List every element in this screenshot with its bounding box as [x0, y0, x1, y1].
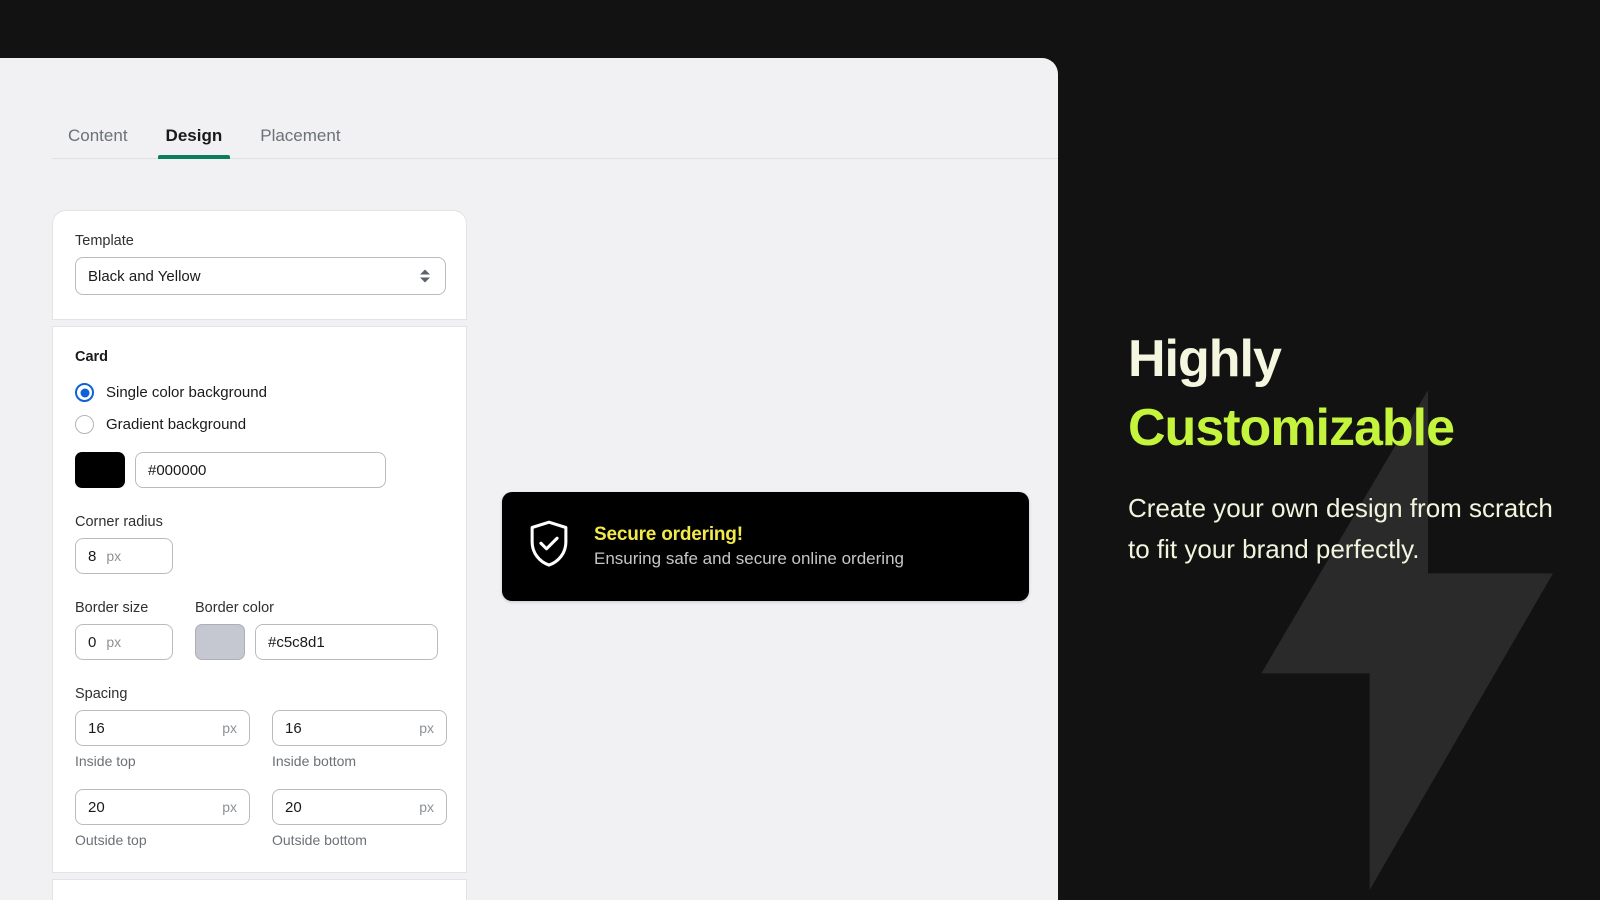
border-size-input[interactable]: 0 px — [75, 624, 173, 660]
inside-bottom-value: 16 — [285, 719, 302, 737]
inside-top-value: 16 — [88, 719, 105, 737]
outside-bottom-value: 20 — [285, 798, 302, 816]
tab-placement[interactable]: Placement — [244, 127, 356, 158]
promo-heading-line1: Highly — [1128, 330, 1282, 388]
inside-top-input[interactable]: 16 px — [75, 710, 250, 746]
border-row-labels: Border size Border color — [75, 600, 444, 616]
tab-design[interactable]: Design — [150, 127, 239, 159]
app-panel: Content Design Placement Template Black … — [0, 58, 1058, 900]
inside-bottom-unit: px — [419, 720, 434, 736]
radio-single-color-background[interactable]: Single color background — [75, 383, 444, 402]
card-settings-card: Card Single color background Gradient ba… — [52, 326, 467, 873]
template-label: Template — [75, 233, 134, 249]
corner-radius-input[interactable]: 8 px — [75, 538, 173, 574]
radio-icon-selected[interactable] — [75, 383, 94, 402]
background-color-row: #000000 — [75, 452, 444, 488]
promo-panel: Highly Customizable Create your own desi… — [1058, 0, 1600, 900]
border-size-value: 0 — [88, 633, 97, 651]
background-color-input[interactable]: #000000 — [135, 452, 386, 488]
radio-label-single-color: Single color background — [106, 384, 267, 401]
background-color-value: #000000 — [148, 461, 207, 479]
template-select[interactable]: Black and Yellow — [75, 257, 446, 295]
outside-top-unit: px — [222, 799, 237, 815]
preview-texts: Secure ordering! Ensuring safe and secur… — [594, 524, 904, 569]
outside-bottom-input[interactable]: 20 px — [272, 789, 447, 825]
preview-card[interactable]: Secure ordering! Ensuring safe and secur… — [502, 492, 1029, 601]
border-color-input[interactable]: #c5c8d1 — [255, 624, 438, 660]
border-size-label: Border size — [75, 600, 149, 616]
promo-content: Highly Customizable Create your own desi… — [1128, 325, 1568, 569]
preview-subtitle: Ensuring safe and secure online ordering — [594, 549, 904, 568]
icon-settings-card: Icon — [52, 879, 467, 900]
template-select-wrap: Black and Yellow — [75, 257, 446, 295]
corner-radius-value: 8 — [88, 547, 97, 565]
corner-radius-unit: px — [106, 548, 122, 564]
inside-bottom-caption: Inside bottom — [272, 753, 357, 769]
border-size-unit: px — [106, 634, 122, 650]
radio-gradient-background[interactable]: Gradient background — [75, 415, 444, 434]
outside-top-value: 20 — [88, 798, 105, 816]
border-row-inputs: 0 px #c5c8d1 — [75, 624, 444, 660]
spacing-label: Spacing — [75, 686, 128, 702]
spacing-field-outside-top: 20 px Outside top — [75, 789, 250, 848]
template-card: Template Black and Yellow — [52, 210, 467, 320]
outside-bottom-caption: Outside bottom — [272, 832, 367, 848]
inside-top-unit: px — [222, 720, 237, 736]
card-section-title: Card — [75, 349, 109, 365]
promo-body-text: Create your own design from scratch to f… — [1128, 493, 1553, 564]
border-color-label: Border color — [195, 600, 274, 616]
radio-label-gradient: Gradient background — [106, 416, 247, 433]
background-color-swatch[interactable] — [75, 452, 125, 488]
spacing-grid: 16 px Inside top 16 px Inside bottom 20 — [75, 710, 447, 848]
outside-top-caption: Outside top — [75, 832, 147, 848]
template-select-value: Black and Yellow — [88, 267, 201, 285]
promo-heading-line2: Customizable — [1128, 398, 1455, 457]
tab-bar: Content Design Placement — [52, 82, 1058, 159]
spacing-field-inside-top: 16 px Inside top — [75, 710, 250, 769]
promo-heading: Highly Customizable — [1128, 325, 1568, 462]
settings-column: Template Black and Yellow Card Single co… — [52, 210, 467, 900]
spacing-field-inside-bottom: 16 px Inside bottom — [272, 710, 447, 769]
tab-content[interactable]: Content — [52, 127, 144, 158]
radio-icon-unselected[interactable] — [75, 415, 94, 434]
border-color-value: #c5c8d1 — [268, 633, 325, 651]
inside-top-caption: Inside top — [75, 753, 136, 769]
chevron-up-down-icon — [420, 269, 430, 283]
preview-title: Secure ordering! — [594, 524, 743, 545]
corner-radius-label: Corner radius — [75, 514, 163, 530]
outside-top-input[interactable]: 20 px — [75, 789, 250, 825]
inside-bottom-input[interactable]: 16 px — [272, 710, 447, 746]
spacing-field-outside-bottom: 20 px Outside bottom — [272, 789, 447, 848]
border-color-swatch[interactable] — [195, 624, 245, 660]
outside-bottom-unit: px — [419, 799, 434, 815]
shield-check-icon — [526, 518, 572, 575]
